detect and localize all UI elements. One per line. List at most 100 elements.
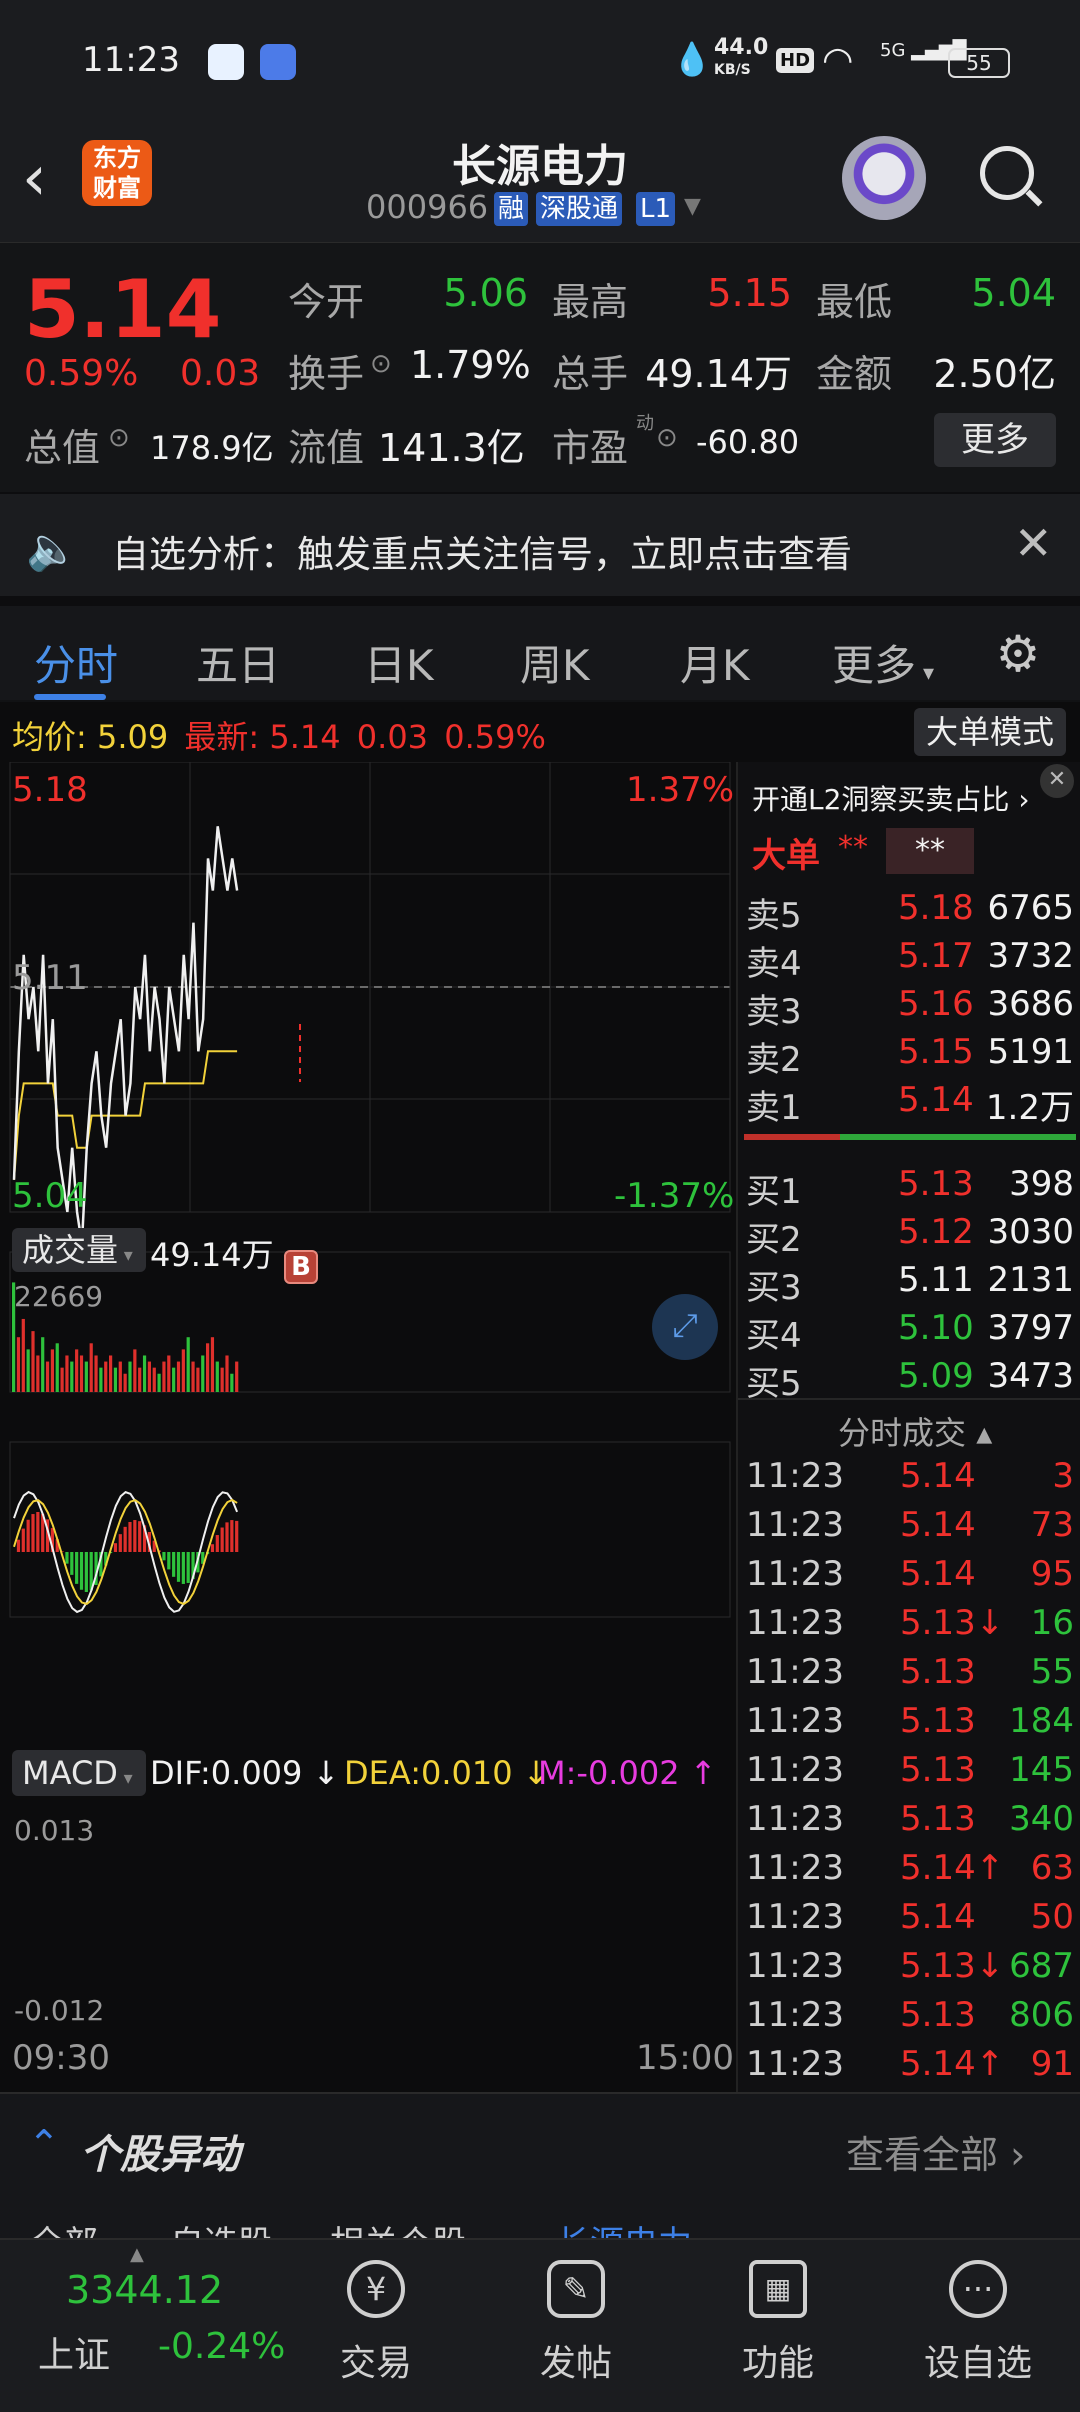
search-icon[interactable] — [980, 146, 1034, 200]
bid-row[interactable]: 买4 5.10 3797 — [738, 1308, 1080, 1356]
volume-bar — [50, 1349, 54, 1392]
subtab-watchlist[interactable]: 自选股 — [170, 2216, 272, 2238]
edit-icon: ✎ — [547, 2260, 605, 2318]
trade-row: 11:23 5.13 340 — [738, 1799, 1080, 1847]
macd-bar — [210, 1544, 215, 1552]
assistant-avatar[interactable] — [842, 136, 926, 220]
index-name: 上证 — [38, 2335, 111, 2376]
pe-dynamic-label: 动 — [636, 413, 654, 434]
trade-volume: 184 — [1009, 1701, 1074, 1741]
info-icon[interactable]: ⊙ — [108, 423, 130, 453]
collapse-icon[interactable]: ⌃ — [28, 2122, 60, 2166]
ask-row[interactable]: 卖4 5.17 3732 — [738, 936, 1080, 984]
macd-bar — [70, 1552, 74, 1575]
close-icon[interactable]: ✕ — [1014, 516, 1053, 570]
intraday-chart[interactable]: 5.18 1.37% 5.11 5.04 -1.37% B 成交量 ▾ 49.1… — [0, 762, 736, 2092]
high-label: 最高 — [552, 280, 629, 324]
notice-banner[interactable]: 🔈 自选分析：触发重点关注信号，立即点击查看 ✕ — [0, 492, 1080, 596]
bid-row[interactable]: 买1 5.13 398 — [738, 1164, 1080, 1212]
ask-volume: 3732 — [987, 936, 1074, 976]
ask-row[interactable]: 卖5 5.18 6765 — [738, 888, 1080, 936]
volume-bar — [123, 1373, 127, 1392]
notice-text[interactable]: 自选分析：触发重点关注信号，立即点击查看 — [112, 524, 852, 578]
macd-bar — [84, 1552, 88, 1592]
macd-bar — [162, 1552, 166, 1561]
macd-indicator-select[interactable]: MACD ▾ — [12, 1750, 146, 1796]
trade-time: 11:23 — [746, 1799, 844, 1839]
volume-indicator-select[interactable]: 成交量 ▾ — [12, 1228, 146, 1272]
volume-bar — [55, 1343, 59, 1392]
avg-info: 均价: 5.09 最新: 5.14 0.03 0.59% — [12, 718, 546, 756]
trade-price: 5.14↑ — [900, 2044, 1005, 2084]
big-order-mode-button[interactable]: 大单模式 — [914, 708, 1066, 756]
macd-bar — [21, 1528, 25, 1552]
stock-movers-section[interactable]: ⌃ 个股异动 查看全部 › — [0, 2092, 1080, 2202]
l2-upgrade-link[interactable]: 开通L2洞察买卖占比 › — [752, 778, 1030, 818]
bid-row[interactable]: 买3 5.11 2131 — [738, 1260, 1080, 1308]
tab-intraday[interactable]: 分时 — [34, 632, 118, 693]
bid-price: 5.13 — [898, 1164, 974, 1204]
view-all-link[interactable]: 查看全部 › — [846, 2124, 1025, 2179]
macd-bar — [113, 1543, 118, 1552]
info-icon[interactable]: ⊙ — [370, 349, 392, 379]
bid-volume: 3030 — [987, 1212, 1074, 1252]
ask-row[interactable]: 卖3 5.16 3686 — [738, 984, 1080, 1032]
tab-weekly-k[interactable]: 周K — [520, 632, 590, 693]
high-value: 5.15 — [707, 271, 792, 315]
buy-marker[interactable]: B — [284, 1250, 318, 1284]
subtab-current-stock[interactable]: 长源电力 — [556, 2216, 692, 2238]
volume-bar — [157, 1373, 161, 1392]
macd-bar — [176, 1552, 181, 1582]
index-ticker[interactable]: ▲ 3344.12 上证 -0.24% — [0, 2240, 290, 2412]
trades-header[interactable]: 分时成交 ▴ — [838, 1408, 992, 1454]
volume-bar — [41, 1337, 45, 1392]
ask-row[interactable]: 卖2 5.15 5191 — [738, 1032, 1080, 1080]
tab-five-day[interactable]: 五日 — [196, 632, 280, 693]
bid-row[interactable]: 买5 5.09 3473 — [738, 1356, 1080, 1404]
trade-time: 11:23 — [746, 1995, 844, 2035]
macd-bar — [215, 1535, 219, 1552]
bid-row[interactable]: 买2 5.12 3030 — [738, 1212, 1080, 1260]
ask-label: 卖3 — [746, 992, 802, 1032]
chart-canvas[interactable] — [0, 762, 736, 2092]
info-icon[interactable]: ⊙ — [656, 423, 678, 453]
volume-bar — [113, 1367, 118, 1392]
expand-icon[interactable]: ⤢ — [652, 1294, 718, 1360]
macd-dif: DIF:0.009 ↓ — [150, 1754, 340, 1792]
amount-label: 金额 — [816, 352, 893, 396]
index-pct: -0.24% — [158, 2326, 286, 2367]
more-button[interactable]: 更多 — [934, 413, 1056, 467]
tab-monthly-k[interactable]: 月K — [680, 632, 750, 693]
level-tag[interactable]: L1 — [636, 192, 676, 226]
close-icon[interactable]: ✕ — [1040, 764, 1074, 798]
nav-add-watchlist[interactable]: ··· 设自选 — [898, 2260, 1058, 2386]
dropdown-icon[interactable]: ▼ — [684, 194, 701, 219]
tab-more[interactable]: 更多 ▾ — [832, 632, 934, 693]
volume-bar — [215, 1361, 219, 1392]
mktcap-value: 178.9亿 — [150, 429, 274, 467]
volume-bar — [230, 1373, 234, 1392]
bid-volume: 2131 — [987, 1260, 1074, 1300]
volume-bar — [133, 1349, 137, 1392]
trade-row: 11:23 5.13 145 — [738, 1750, 1080, 1798]
more-dots-icon: ··· — [949, 2260, 1007, 2318]
trade-volume: 63 — [1030, 1848, 1074, 1888]
nav-post[interactable]: ✎ 发帖 — [496, 2260, 656, 2386]
subtab-related[interactable]: 相关个股 — [330, 2216, 466, 2238]
trade-time: 11:23 — [746, 1750, 844, 1790]
ask-row[interactable]: 卖1 5.14 1.2万 — [738, 1080, 1080, 1128]
ask-volume: 3686 — [987, 984, 1074, 1024]
tab-daily-k[interactable]: 日K — [364, 632, 434, 693]
back-button[interactable]: ‹ — [22, 147, 47, 209]
low-label: 最低 — [816, 280, 893, 324]
ask-price: 5.17 — [898, 936, 974, 976]
subtab-all[interactable]: 全部 — [30, 2216, 98, 2238]
grid-icon: ▦ — [749, 2260, 807, 2318]
nav-functions[interactable]: ▦ 功能 — [698, 2260, 858, 2386]
nav-trade[interactable]: ¥ 交易 — [296, 2260, 456, 2386]
change-amount: 0.03 — [180, 353, 261, 394]
eastmoney-logo[interactable]: 东方 财富 — [82, 140, 152, 206]
gear-icon[interactable]: ⚙ — [990, 626, 1046, 682]
trade-price: 5.13↓ — [900, 1946, 1005, 1986]
volume-bar — [109, 1355, 113, 1392]
